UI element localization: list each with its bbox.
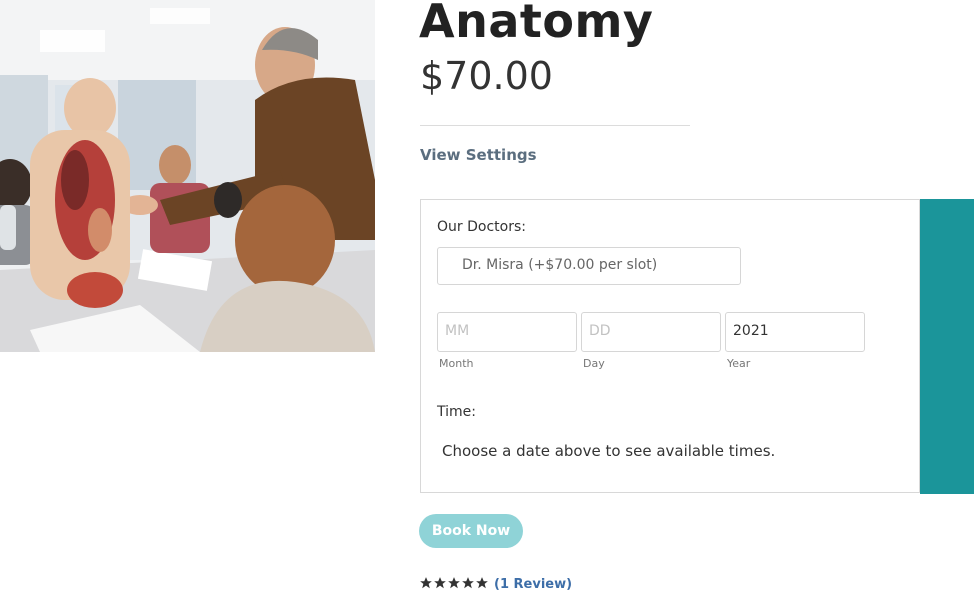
- star-icon: [420, 577, 432, 589]
- day-sublabel: Day: [583, 357, 605, 370]
- time-label: Time:: [437, 404, 476, 420]
- view-settings-link[interactable]: View Settings: [420, 146, 537, 164]
- review-count-link[interactable]: (1 Review): [494, 577, 572, 592]
- star-icon: [448, 577, 460, 589]
- book-now-button[interactable]: Book Now: [419, 514, 523, 548]
- star-icon: [434, 577, 446, 589]
- doctors-label: Our Doctors:: [437, 219, 526, 235]
- month-input[interactable]: MM: [437, 312, 577, 352]
- booking-form: Our Doctors: Dr. Misra (+$70.00 per slot…: [420, 199, 920, 493]
- star-icon: [462, 577, 474, 589]
- year-sublabel: Year: [727, 357, 751, 370]
- year-input[interactable]: 2021: [725, 312, 865, 352]
- month-sublabel: Month: [439, 357, 474, 370]
- day-input[interactable]: DD: [581, 312, 721, 352]
- product-price: $70.00: [420, 54, 553, 98]
- side-panel-tab[interactable]: [920, 199, 974, 494]
- time-message: Choose a date above to see available tim…: [442, 442, 776, 460]
- classroom-photo: [0, 0, 375, 352]
- product-title: Anatomy: [419, 0, 654, 48]
- divider: [420, 125, 690, 126]
- doctor-select[interactable]: Dr. Misra (+$70.00 per slot): [437, 247, 741, 285]
- rating-stars: [419, 576, 489, 592]
- product-image: [0, 0, 375, 352]
- star-icon: [476, 577, 488, 589]
